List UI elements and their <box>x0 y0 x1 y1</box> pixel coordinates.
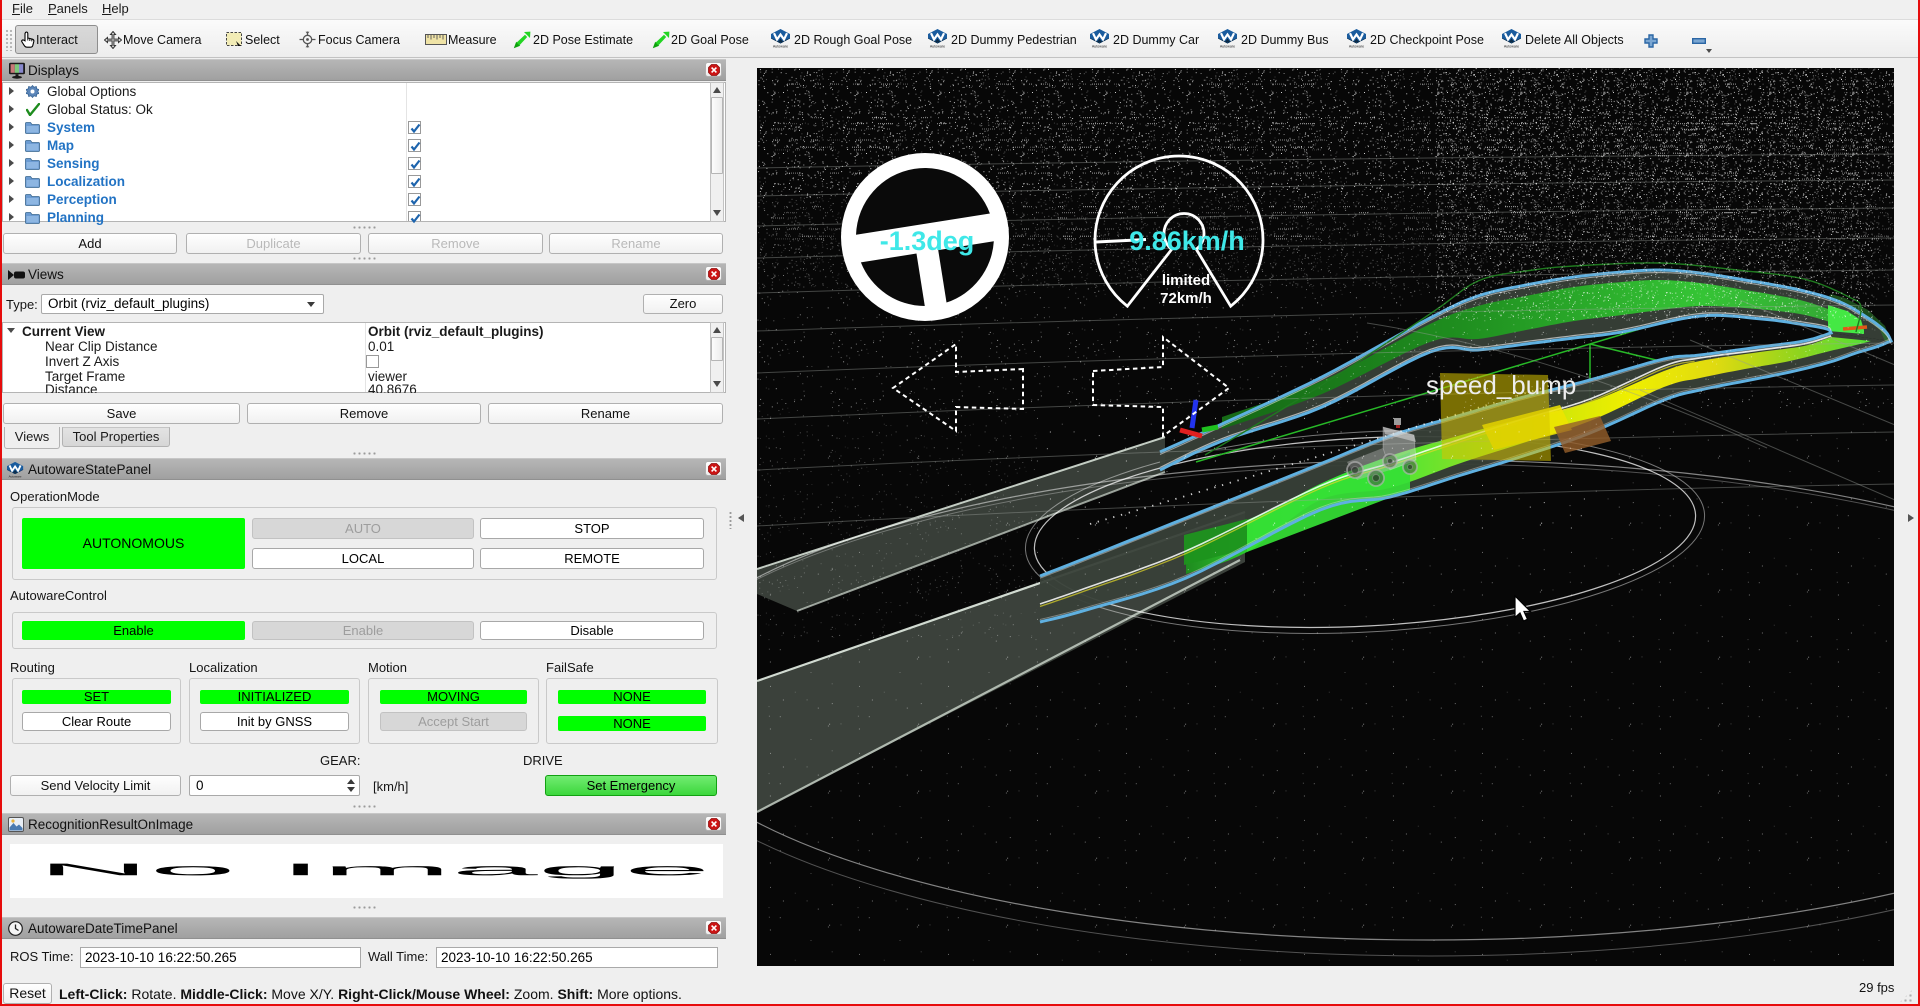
svg-text:speed_bump: speed_bump <box>1426 370 1576 400</box>
svg-text:9.86km/h: 9.86km/h <box>1129 226 1245 256</box>
svg-text:-1.3deg: -1.3deg <box>880 226 975 256</box>
svg-text:72km/h: 72km/h <box>1160 290 1212 307</box>
svg-text:limited: limited <box>1162 272 1210 289</box>
